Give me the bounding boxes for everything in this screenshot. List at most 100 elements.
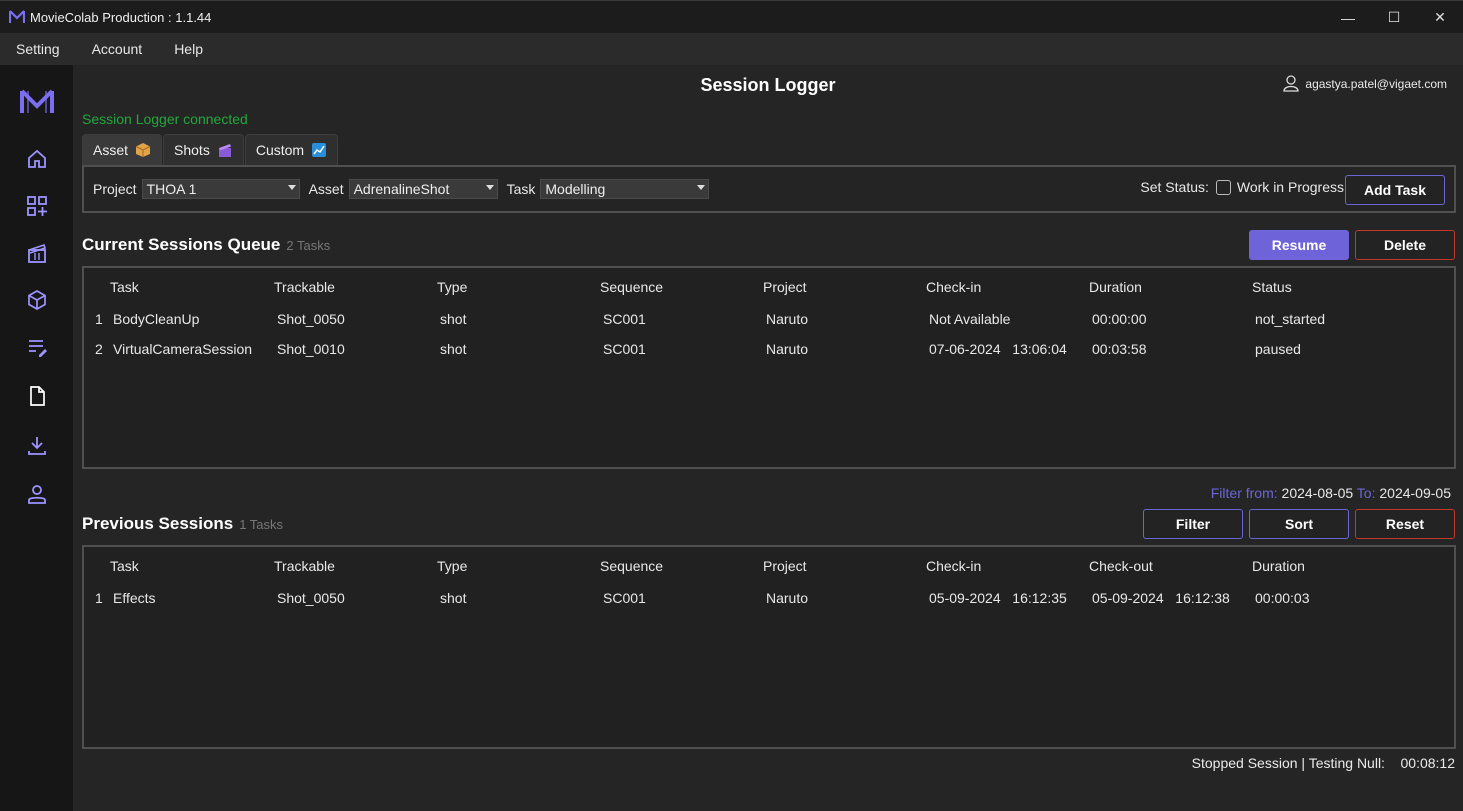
- document-icon[interactable]: [25, 384, 49, 408]
- page-title: Session Logger: [700, 75, 836, 95]
- filter-to-date[interactable]: 2024-09-05: [1379, 485, 1451, 501]
- col-type: Type: [437, 279, 468, 295]
- tab-shots[interactable]: Shots: [163, 134, 244, 165]
- project-select[interactable]: THOA 1: [141, 179, 300, 199]
- session-footer-status: Stopped Session | Testing Null: 00:08:12: [1191, 755, 1455, 771]
- work-in-progress-checkbox[interactable]: [1215, 179, 1231, 195]
- project-label: Project: [93, 181, 137, 197]
- cell-task: BodyCleanUp: [113, 311, 200, 327]
- cell-sequence: SC001: [603, 311, 646, 327]
- col-trackable: Trackable: [274, 558, 335, 574]
- col-sequence: Sequence: [600, 558, 664, 574]
- previous-count: 1 Tasks: [239, 517, 284, 532]
- cell-duration: 00:03:58: [1092, 341, 1147, 357]
- menu-help[interactable]: Help: [174, 41, 203, 57]
- set-status-label: Set Status:: [1140, 179, 1209, 195]
- tab-custom[interactable]: Custom: [244, 134, 339, 165]
- previous-title: Previous Sessions 1 Tasks: [82, 514, 283, 534]
- asset-label: Asset: [308, 181, 344, 197]
- delete-button[interactable]: Delete: [1355, 230, 1455, 260]
- cell-task: VirtualCameraSession: [113, 341, 253, 357]
- filter-range: Filter from: 2024-08-05 To: 2024-09-05: [1211, 485, 1451, 501]
- chart-icon: [311, 142, 327, 158]
- user-icon: [1283, 75, 1300, 92]
- menu-account[interactable]: Account: [92, 41, 143, 57]
- col-sequence: Sequence: [600, 279, 664, 295]
- resume-button[interactable]: Resume: [1249, 230, 1349, 260]
- download-icon[interactable]: [25, 433, 49, 457]
- cell-type: shot: [440, 341, 467, 357]
- col-task: Task: [110, 279, 139, 295]
- apps-add-icon[interactable]: [25, 194, 49, 218]
- queue-title: Current Sessions Queue 2 Tasks: [82, 235, 330, 255]
- home-icon[interactable]: [25, 147, 49, 171]
- cell-trackable: Shot_0010: [277, 341, 345, 357]
- cell-status: paused: [1255, 341, 1301, 357]
- cell-checkout: 05-09-2024 16:12:38: [1092, 590, 1230, 606]
- col-duration: Duration: [1089, 279, 1142, 295]
- cell-duration: 00:00:03: [1255, 590, 1310, 606]
- minimize-button[interactable]: —: [1325, 1, 1371, 34]
- task-label: Task: [506, 181, 536, 197]
- col-type: Type: [437, 558, 468, 574]
- close-button[interactable]: ✕: [1417, 1, 1463, 34]
- cell-type: shot: [440, 590, 467, 606]
- work-in-progress-label[interactable]: Work in Progress: [1237, 179, 1344, 195]
- cell-duration: 00:00:00: [1092, 311, 1147, 327]
- task-select[interactable]: Modelling: [540, 179, 710, 199]
- brand-logo-icon[interactable]: [17, 87, 57, 117]
- package-icon: [135, 142, 151, 158]
- cell-checkin: 07-06-2024 13:06:04: [929, 341, 1067, 357]
- cell-project: Naruto: [766, 341, 809, 357]
- user-email: agastya.patel@vigaet.com: [1305, 76, 1447, 91]
- col-project: Project: [763, 279, 807, 295]
- cell-trackable: Shot_0050: [277, 590, 345, 606]
- col-status: Status: [1252, 279, 1292, 295]
- reset-button[interactable]: Reset: [1355, 509, 1455, 539]
- filter-from-label: Filter from:: [1210, 485, 1278, 501]
- previous-title-text: Previous Sessions: [82, 514, 234, 533]
- filter-from-date[interactable]: 2024-08-05: [1282, 485, 1354, 501]
- table-row[interactable]: 1 BodyCleanUp Shot_0050 shot SC001 Narut…: [84, 311, 1454, 331]
- cell-trackable: Shot_0050: [277, 311, 345, 327]
- col-trackable: Trackable: [274, 279, 335, 295]
- window-title: MovieColab Production : 1.1.44: [30, 9, 212, 25]
- clapper-icon: [217, 142, 233, 158]
- tab-asset[interactable]: Asset: [82, 134, 163, 165]
- chevron-down-icon: [287, 185, 296, 190]
- sort-button[interactable]: Sort: [1249, 509, 1349, 539]
- asset-select-value: AdrenalineShot: [353, 181, 450, 197]
- queue-table[interactable]: Task Trackable Type Sequence Project Che…: [82, 266, 1456, 469]
- row-index: 2: [95, 341, 103, 357]
- asset-select[interactable]: AdrenalineShot: [348, 179, 498, 199]
- user-info[interactable]: agastya.patel@vigaet.com: [1283, 75, 1447, 92]
- main-content: Session Logger agastya.patel@vigaet.com …: [73, 65, 1463, 811]
- col-task: Task: [110, 558, 139, 574]
- cell-task: Effects: [113, 590, 156, 606]
- maximize-button[interactable]: ☐: [1371, 1, 1417, 34]
- project-select-value: THOA 1: [146, 181, 197, 197]
- filter-button[interactable]: Filter: [1143, 509, 1243, 539]
- menu-bar: Setting Account Help: [0, 33, 1463, 65]
- app-logo-icon: [9, 9, 25, 25]
- filter-to-label: To:: [1356, 485, 1376, 501]
- table-row[interactable]: 1 Effects Shot_0050 shot SC001 Naruto 05…: [84, 590, 1454, 610]
- queue-count: 2 Tasks: [286, 238, 331, 253]
- notes-icon[interactable]: [25, 335, 49, 359]
- cell-checkin: Not Available: [929, 311, 1011, 327]
- menu-setting[interactable]: Setting: [16, 41, 60, 57]
- cell-checkin: 05-09-2024 16:12:35: [929, 590, 1067, 606]
- person-icon[interactable]: [25, 482, 49, 506]
- task-selector-bar: Project THOA 1 Asset AdrenalineShot Task…: [82, 165, 1456, 213]
- cell-project: Naruto: [766, 590, 809, 606]
- add-task-button[interactable]: Add Task: [1345, 175, 1445, 205]
- previous-table[interactable]: Task Trackable Type Sequence Project Che…: [82, 545, 1456, 749]
- col-checkin: Check-in: [926, 558, 982, 574]
- cell-type: shot: [440, 311, 467, 327]
- tab-asset-label: Asset: [93, 142, 129, 158]
- clapperboard-icon[interactable]: [25, 241, 49, 265]
- table-row[interactable]: 2 VirtualCameraSession Shot_0010 shot SC…: [84, 341, 1454, 361]
- col-checkout: Check-out: [1089, 558, 1153, 574]
- cube-icon[interactable]: [25, 288, 49, 312]
- queue-table-header: Task Trackable Type Sequence Project Che…: [84, 279, 1454, 299]
